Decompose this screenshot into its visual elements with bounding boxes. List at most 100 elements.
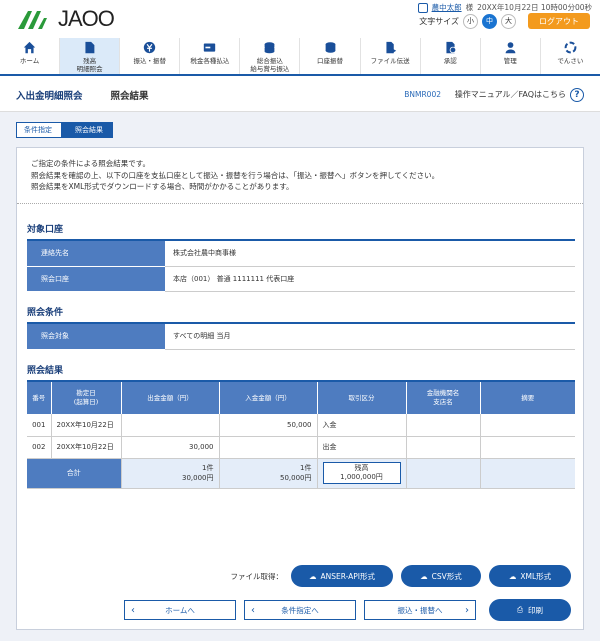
nav-file-transfer[interactable]: ファイル伝送 <box>361 38 421 74</box>
total-in-amount: 50,000円 <box>280 474 312 482</box>
cell-in: 50,000 <box>219 414 318 437</box>
nav-account-transfer[interactable]: 口座振替 <box>300 38 361 74</box>
transfer-button[interactable]: 振込・振替へ › <box>364 600 476 620</box>
section-heading: 対象口座 <box>27 222 575 241</box>
nav-bulk-transfer[interactable]: 総合振込 給与賞与振込 <box>240 38 301 74</box>
col-header: 摘要 <box>480 382 575 414</box>
cell-type: 入金 <box>317 414 407 437</box>
empty-cell <box>480 458 575 489</box>
empty-cell <box>406 458 481 489</box>
section-heading: 照会条件 <box>27 305 575 324</box>
nav-balance-inquiry[interactable]: 残高 明細照会 <box>60 38 121 74</box>
home-icon <box>23 41 36 54</box>
nav-densai[interactable]: でんさい <box>541 38 600 74</box>
total-in-count: 1件 <box>300 464 312 472</box>
cell-memo <box>480 436 575 459</box>
printer-icon: ⎙ <box>517 605 523 614</box>
button-label: CSV形式 <box>431 571 462 581</box>
table-row: 001 20XX年10月22日 50,000 入金 <box>27 414 575 437</box>
nav-approval[interactable]: 承認 <box>421 38 481 74</box>
step-indicator: 条件指定 照会結果 <box>16 122 113 138</box>
csv-download-button[interactable]: ☁ CSV形式 <box>401 565 481 587</box>
user-name[interactable]: 農中太郎 <box>432 2 462 13</box>
page-title-bar: 入出金明細照会 照会結果 BNMR002 操作マニュアル／FAQはこちら ? <box>0 78 600 112</box>
total-label: 合計 <box>27 458 122 489</box>
button-label: ANSER-API形式 <box>320 571 376 581</box>
total-in: 1件 50,000円 <box>219 458 318 489</box>
nav-label: 承認 <box>443 57 457 65</box>
total-out-amount: 30,000円 <box>182 474 214 482</box>
file-get-label: ファイル取得： <box>230 571 284 581</box>
step-results: 照会結果 <box>62 122 113 138</box>
admin-icon <box>505 42 516 54</box>
home-button[interactable]: ‹ ホームへ <box>124 600 236 620</box>
button-label: 印刷 <box>528 605 543 615</box>
target-account-section: 対象口座 連絡先名 株式会社農中商事様 照会口座 本店（001） 普通 1111… <box>27 222 575 292</box>
anser-api-download-button[interactable]: ☁ ANSER-API形式 <box>291 565 393 587</box>
nav-label: 残高 明細照会 <box>76 57 103 73</box>
logo-text: JAOO <box>58 6 115 31</box>
file-download-bar: ファイル取得： ☁ ANSER-API形式 ☁ CSV形式 ☁ XML形式 <box>230 565 571 587</box>
help-link[interactable]: 操作マニュアル／FAQはこちら ? <box>455 87 584 102</box>
logo-mark-icon <box>18 11 47 29</box>
balance-amount: 1,000,000円 <box>340 473 383 481</box>
conditions-table: 照会対象 すべての明細 当月 <box>27 324 575 350</box>
nav-home[interactable]: ホーム <box>0 38 61 74</box>
row-value: 株式会社農中商事様 <box>165 241 575 267</box>
xml-download-button[interactable]: ☁ XML形式 <box>489 565 571 587</box>
logo[interactable]: JAOO <box>16 6 115 32</box>
balance-cell: 残高 1,000,000円 <box>317 458 407 489</box>
table-row: 002 20XX年10月22日 30,000 出金 <box>27 436 575 459</box>
col-header: 番号 <box>27 382 52 414</box>
page-title: 照会結果 <box>110 90 149 102</box>
cloud-download-icon: ☁ <box>508 571 517 581</box>
col-header: 金融機関名 支店名 <box>406 382 481 414</box>
screen-code: BNMR002 <box>404 90 441 99</box>
button-label: 振込・振替へ <box>397 605 443 615</box>
nav-admin[interactable]: 管理 <box>481 38 541 74</box>
nav-label: 口座振替 <box>317 57 344 65</box>
nav-transfer[interactable]: 振込・振替 <box>120 38 181 74</box>
approve-icon <box>446 41 456 54</box>
row-label: 照会対象 <box>27 324 165 350</box>
font-size-large-button[interactable]: 大 <box>501 13 516 29</box>
button-label: 条件指定へ <box>281 605 319 615</box>
nav-label: でんさい <box>557 57 584 65</box>
cell-date: 20XX年10月22日 <box>51 436 122 459</box>
logout-button[interactable]: ログアウト <box>528 13 590 29</box>
row-value: 本店（001） 普通 1111111 代表口座 <box>165 266 575 292</box>
font-size-small-button[interactable]: 小 <box>463 13 478 29</box>
cell-in <box>219 436 318 459</box>
cell-out <box>121 414 220 437</box>
print-button[interactable]: ⎙ 印刷 <box>489 599 571 621</box>
total-row: 合計 1件 30,000円 1件 50,000円 残高 1,000,000円 <box>27 458 575 489</box>
cell-bank <box>406 436 481 459</box>
cell-no: 001 <box>27 414 52 437</box>
intro-text: ご指定の条件による照会結果です。 照会結果を確認の上、以下の口座を支払口座として… <box>17 148 583 204</box>
nav-label: ファイル伝送 <box>370 57 410 65</box>
font-size-medium-button[interactable]: 中 <box>482 13 497 29</box>
nav-tax-payment[interactable]: 税金各種払込 <box>180 38 241 74</box>
button-label: ホームへ <box>165 605 195 615</box>
user-icon <box>417 2 428 13</box>
target-account-table: 連絡先名 株式会社農中商事様 照会口座 本店（001） 普通 1111111 代… <box>27 241 575 292</box>
app-header: JAOO 農中太郎 様 20XX年10月22日 10時00分00秒 文字サイズ … <box>0 0 600 38</box>
col-header: 出金金額（円） <box>121 382 220 414</box>
page-category: 入出金明細照会 <box>16 90 83 102</box>
file-transfer-icon <box>386 41 396 54</box>
cell-bank <box>406 414 481 437</box>
conditions-button[interactable]: ‹ 条件指定へ <box>244 600 356 620</box>
nav-label: 管理 <box>503 57 517 65</box>
chevron-left-icon: ‹ <box>251 604 255 616</box>
last-login: 20XX年10月22日 10時00分00秒 <box>477 3 592 12</box>
nav-label: 振込・振替 <box>133 57 166 65</box>
row-value: すべての明細 当月 <box>165 324 575 350</box>
col-header: 取引区分 <box>317 382 407 414</box>
conditions-section: 照会条件 照会対象 すべての明細 当月 <box>27 305 575 350</box>
intro-line: 照会結果を確認の上、以下の口座を支払口座として振込・振替を行う場合は、「振込・振… <box>31 170 440 180</box>
cell-memo <box>480 414 575 437</box>
results-section: 照会結果 番号 勘定日 (起算日) 出金金額（円） 入金金額（円） 取引区分 金… <box>27 363 575 489</box>
col-header: 勘定日 (起算日) <box>51 382 122 414</box>
step-conditions: 条件指定 <box>16 122 62 138</box>
table-header-row: 番号 勘定日 (起算日) 出金金額（円） 入金金額（円） 取引区分 金融機関名 … <box>27 382 575 414</box>
